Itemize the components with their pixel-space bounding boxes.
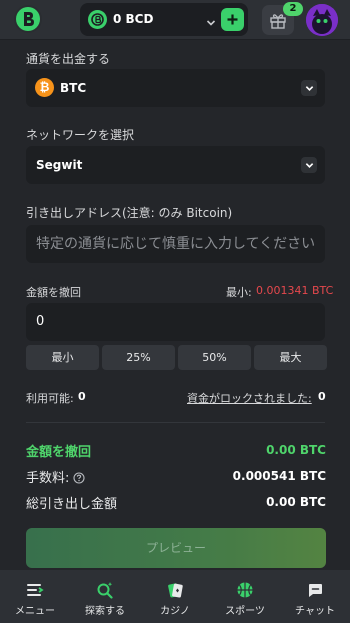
fee-label: 手数料:	[26, 471, 70, 486]
wallet-balance: 0 BCD	[113, 12, 154, 26]
fee-value: 0.000541 BTC	[232, 469, 326, 483]
avatar[interactable]	[306, 4, 338, 36]
gift-count-badge: 2	[283, 2, 303, 16]
help-icon[interactable]	[73, 469, 85, 488]
network-label: ネットワークを選択	[26, 128, 135, 142]
summary-withdraw-value: 0.00 BTC	[266, 443, 326, 457]
cards-icon	[166, 580, 184, 600]
nav-label: カジノ	[160, 606, 190, 617]
nav-item-chat[interactable]: チャット	[280, 570, 350, 623]
wallet-selector[interactable]: 0 BCD	[80, 3, 248, 36]
nav-item-menu[interactable]: メニュー	[0, 570, 70, 623]
nav-label: スポーツ	[225, 606, 265, 617]
min-label: 最小:	[226, 286, 252, 299]
currency-label: 通貨を出金する	[26, 52, 111, 66]
25-percent-button[interactable]: 25%	[102, 345, 175, 370]
total-value: 0.00 BTC	[266, 495, 326, 509]
chevron-down-icon	[301, 80, 317, 96]
min-value: 0.001341 BTC	[256, 284, 334, 297]
currency-select[interactable]: ₿ BTC	[26, 69, 325, 107]
max-amount-button[interactable]: 最大	[254, 345, 327, 370]
total-label: 総引き出し金額	[26, 497, 118, 512]
available-value: 0	[78, 390, 86, 403]
summary-withdraw-label: 金額を撤回	[26, 445, 92, 460]
bcd-coin-icon	[88, 10, 107, 29]
address-input[interactable]: 特定の通貨に応じて慎重に入力してください	[26, 225, 325, 263]
nav-label: チャット	[295, 606, 335, 617]
divider	[26, 422, 325, 423]
locked-funds-link[interactable]: 資金がロックされました:	[187, 390, 312, 406]
nav-label: メニュー	[15, 606, 55, 617]
chevron-down-icon	[301, 157, 317, 173]
logo-icon[interactable]	[14, 5, 42, 33]
locked-value: 0	[318, 390, 326, 403]
basketball-icon	[236, 580, 254, 600]
nav-item-explore[interactable]: 探索する	[70, 570, 140, 623]
top-header: 0 BCD 2	[0, 0, 350, 40]
chat-icon	[306, 580, 324, 600]
amount-label: 金額を撤回	[26, 286, 81, 299]
nav-item-casino[interactable]: カジノ	[140, 570, 210, 623]
nav-item-sports[interactable]: スポーツ	[210, 570, 280, 623]
address-label: 引き出しアドレス(注意: のみ Bitcoin)	[26, 206, 233, 220]
bottom-nav: メニュー 探索する カジノ スポーツ チャット	[0, 570, 350, 623]
amount-input[interactable]: 0	[26, 303, 325, 341]
network-select[interactable]: Segwit	[26, 146, 325, 184]
nav-label: 探索する	[85, 606, 125, 617]
btc-coin-icon: ₿	[35, 78, 54, 97]
search-icon	[96, 580, 114, 600]
currency-value: BTC	[60, 81, 87, 95]
available-label: 利用可能:	[26, 392, 74, 405]
50-percent-button[interactable]: 50%	[178, 345, 251, 370]
preview-button[interactable]: プレビュー	[26, 528, 326, 568]
min-amount-button[interactable]: 最小	[26, 345, 99, 370]
menu-icon	[26, 580, 44, 600]
deposit-plus-button[interactable]	[221, 8, 244, 31]
chevron-down-icon[interactable]	[206, 13, 216, 32]
network-value: Segwit	[36, 158, 83, 172]
